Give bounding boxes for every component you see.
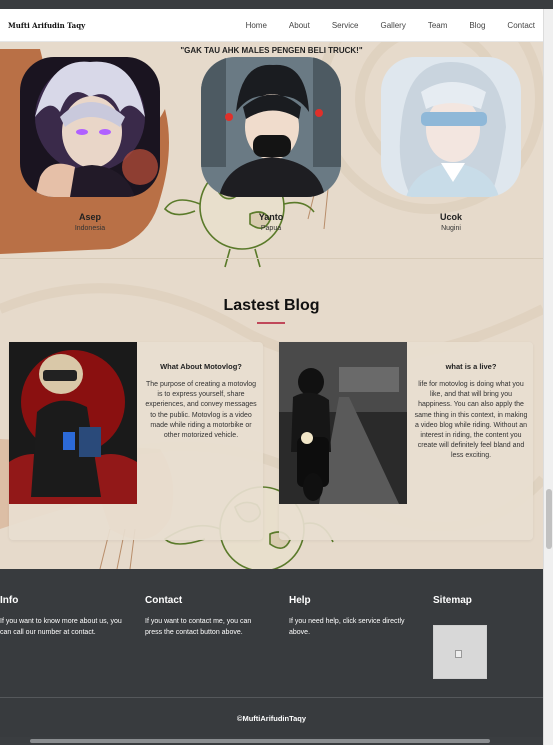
member-country: Papua (260, 225, 282, 232)
footer: Info If you want to know more about us, … (0, 569, 543, 745)
navbar: Mufti Arifudin Taqy Home About Service G… (0, 9, 543, 42)
blog-card[interactable]: what is a live? life for motovlog is doi… (279, 342, 533, 540)
blog-text: what is a live? life for motovlog is doi… (413, 342, 529, 462)
blog-body: life for motovlog is doing what you like… (414, 381, 528, 460)
member-photo (381, 57, 521, 197)
nav-team[interactable]: Team (428, 21, 448, 30)
vertical-scrollbar[interactable] (543, 9, 553, 745)
member-name: Asep (78, 212, 101, 222)
footer-sitemap: Sitemap (433, 595, 543, 606)
blog-image (9, 342, 137, 504)
blog-image (279, 342, 407, 504)
footer-info: Info If you want to know more about us, … (0, 595, 125, 638)
member-photo (20, 57, 160, 197)
footer-sitemap-title: Sitemap (433, 595, 472, 606)
footer-help-title: Help (289, 595, 311, 606)
nav-home[interactable]: Home (246, 21, 267, 30)
member-country: Nugini (441, 225, 461, 232)
blog-body: The purpose of creating a motovlog is to… (145, 381, 257, 440)
hscrollbar-thumb[interactable] (30, 739, 490, 743)
nav-contact[interactable]: Contact (507, 21, 535, 30)
broken-image-icon (455, 650, 462, 658)
blog-title[interactable]: what is a live? (413, 362, 529, 372)
blog-heading: Lastest Blog (223, 297, 320, 314)
footer-info-title: Info (0, 595, 19, 606)
scrollbar-thumb[interactable] (546, 489, 552, 549)
member-country: Indonesia (74, 225, 106, 232)
sitemap-image[interactable] (433, 625, 487, 679)
team-quote: "GAK TAU AHK MALES PENGEN BELI TRUCK!" (180, 46, 363, 55)
blog-card[interactable]: What About Motovlog? The purpose of crea… (9, 342, 263, 540)
footer-divider (0, 697, 543, 698)
window-top-bar (0, 0, 553, 9)
nav-links: Home About Service Gallery Team Blog Con… (246, 21, 535, 30)
footer-info-text: If you want to know more about us, you c… (0, 618, 122, 636)
blog-title[interactable]: What About Motovlog? (143, 362, 259, 372)
nav-gallery[interactable]: Gallery (381, 21, 406, 30)
nav-about[interactable]: About (289, 21, 310, 30)
copyright: ©MuftiArifudinTaqy (236, 714, 307, 723)
footer-help-text: If you need help, click service directly… (289, 618, 405, 636)
nav-blog[interactable]: Blog (469, 21, 485, 30)
footer-contact: Contact If you want to contact me, you c… (145, 595, 270, 638)
blog-text: What About Motovlog? The purpose of crea… (143, 342, 259, 441)
team-member-ucok: Ucok Nugini (381, 57, 521, 232)
blog-section: Lastest Blog What About Motovlog? The pu… (0, 259, 543, 569)
team-member-asep: Asep Indonesia (20, 57, 160, 232)
member-photo (201, 57, 341, 197)
member-name: Yanto (258, 212, 284, 222)
footer-contact-title: Contact (145, 595, 183, 606)
footer-help: Help If you need help, click service dir… (289, 595, 414, 638)
page: Mufti Arifudin Taqy Home About Service G… (0, 9, 543, 745)
nav-service[interactable]: Service (332, 21, 359, 30)
team-section: "GAK TAU AHK MALES PENGEN BELI TRUCK!" A… (0, 42, 543, 258)
team-member-yanto: Yanto Papua (201, 57, 341, 232)
horizontal-scrollbar[interactable] (0, 737, 543, 745)
footer-contact-text: If you want to contact me, you can press… (145, 618, 252, 636)
heading-underline (257, 322, 285, 324)
member-name: Ucok (439, 212, 462, 222)
brand-logo[interactable]: Mufti Arifudin Taqy (8, 21, 85, 30)
